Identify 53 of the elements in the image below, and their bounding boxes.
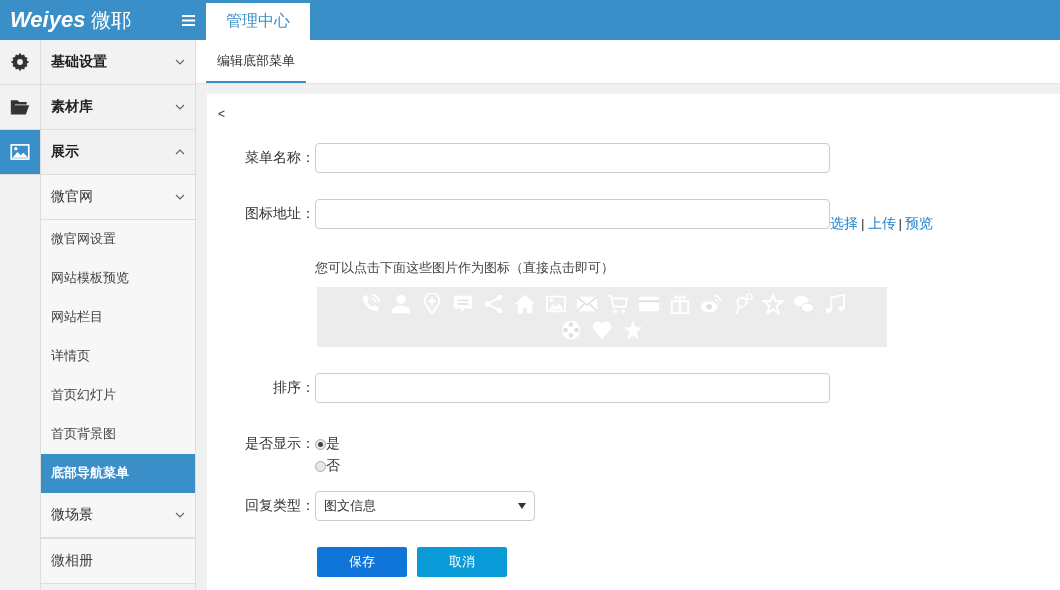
field-label: 图标地址： [244,205,315,223]
nav-item[interactable]: 微官网设置 [41,220,195,259]
chevron-icon [175,59,185,65]
action-link[interactable]: 选择 [830,215,858,233]
settings-icon[interactable] [10,52,30,72]
field-label: 排序： [272,379,315,397]
image-icon[interactable] [10,142,30,162]
chevron-icon [175,104,185,110]
dropdown-arrow-icon [518,503,526,509]
nav-item[interactable]: 网站栏目 [41,298,195,337]
radio-option[interactable]: 是 [315,435,340,453]
chat-icon[interactable] [451,293,474,315]
field-label: 回复类型： [244,497,315,515]
nav-item[interactable]: 微相册 [41,538,195,584]
field-label: 是否显示： [244,435,315,453]
field-label: 菜单名称： [244,149,315,167]
nav-section-label: 展示 [51,143,79,161]
chevron-icon [175,512,185,518]
nav-group[interactable]: 微场景 [41,493,195,538]
chat-bubbles-icon[interactable] [792,293,815,315]
action-link[interactable]: 上传 [867,215,896,233]
link-separator: | [861,216,865,231]
nav-item[interactable]: 首页背景图 [41,415,195,454]
text-field[interactable] [315,143,830,173]
text-field[interactable] [315,199,830,229]
nav-group-label: 微官网 [51,188,93,206]
nav-item[interactable]: 底部导航菜单 [41,454,195,493]
chevron-icon [175,194,185,200]
film-reel-icon[interactable] [560,319,582,341]
hint-text: 您可以点击下面这些图片作为图标（直接点击即可） [315,259,615,277]
nav-section-label: 素材库 [51,98,93,116]
folder-icon[interactable] [10,97,30,117]
nav-group-label: 微场景 [51,506,93,524]
logo: Weiyes 微耶 [9,6,133,34]
nav-item[interactable]: 网站模板预览 [41,259,195,298]
action-link[interactable]: 预览 [905,215,934,233]
back-link[interactable]: < [218,107,225,121]
nav-item[interactable]: 首页幻灯片 [41,376,195,415]
nav-group[interactable]: 微官网 [41,175,195,220]
top-tab[interactable]: 管理中心 [206,3,310,40]
sub-tab[interactable]: 编辑底部菜单 [206,40,306,83]
nav-section[interactable]: 基础设置 [41,40,195,85]
nav-item[interactable]: 详情页 [41,337,195,376]
radio-option[interactable]: 否 [315,457,340,475]
mail-icon[interactable] [575,293,598,315]
select-dropdown[interactable]: 图文信息 [315,491,535,521]
save-button[interactable]: 保存 [317,547,407,577]
link-separator: | [898,216,903,231]
nav-section-label: 基础设置 [51,53,107,71]
text-field[interactable] [315,373,830,403]
weibo-icon[interactable] [699,293,722,315]
chevron-icon [175,149,185,155]
nav-section[interactable]: 素材库 [41,85,195,130]
